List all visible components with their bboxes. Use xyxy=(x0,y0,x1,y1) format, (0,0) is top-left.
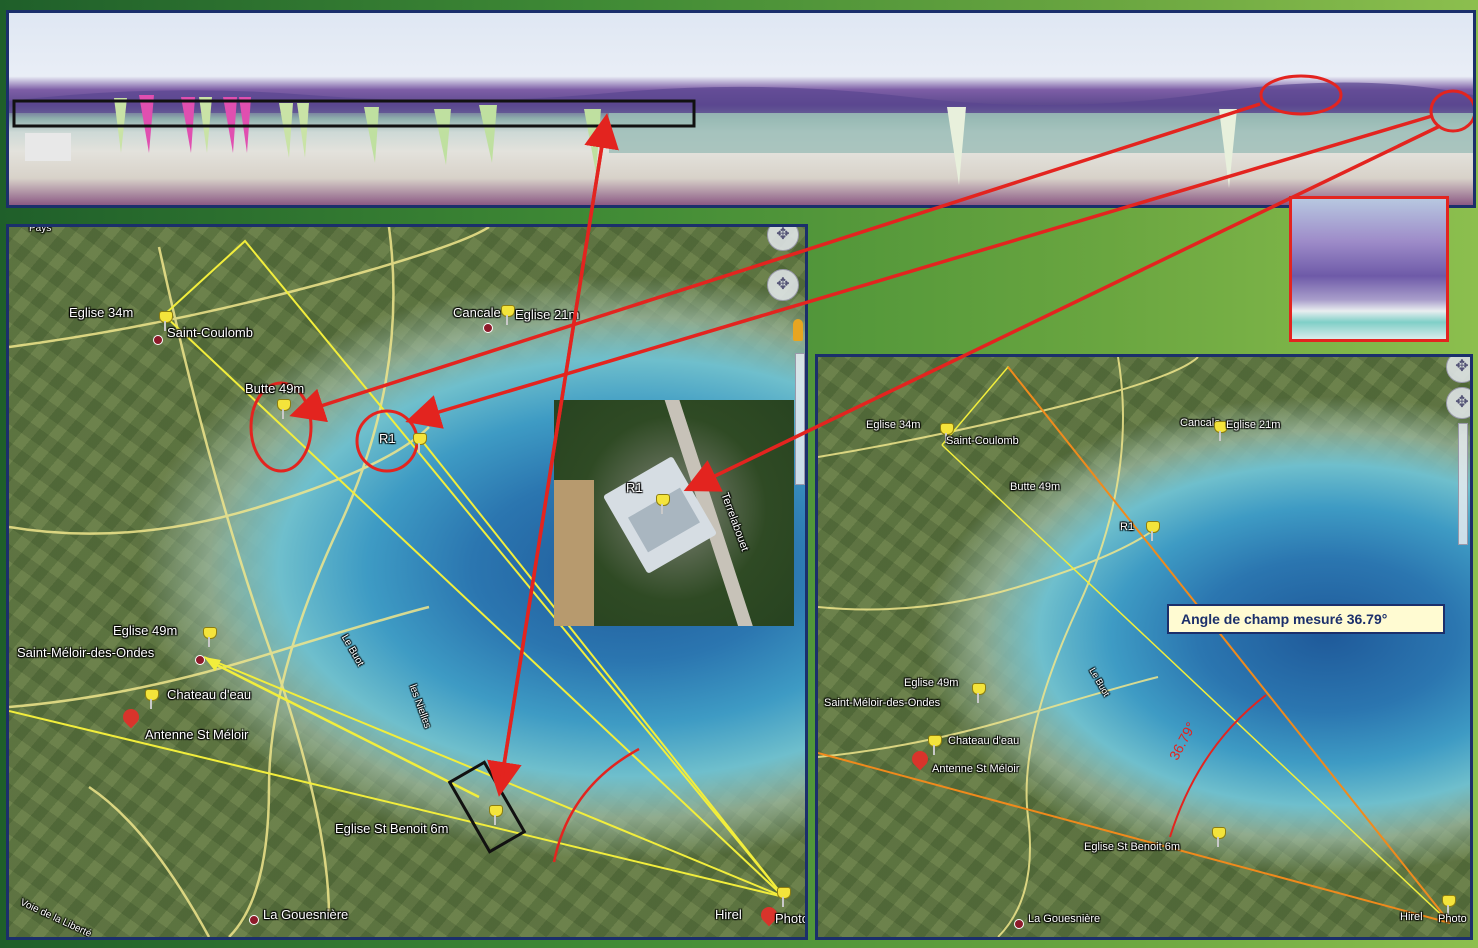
label-eglise34: Eglise 34m xyxy=(69,305,134,320)
tilt-control[interactable] xyxy=(1446,357,1470,383)
label-saint-meloir: Saint-Méloir-des-Ondes xyxy=(824,697,941,709)
street-view-icon[interactable] xyxy=(793,319,803,341)
zoom-slider[interactable] xyxy=(795,353,805,485)
label-saint-meloir: Saint-Méloir-des-Ondes xyxy=(17,645,155,660)
pushpin-icon[interactable] xyxy=(654,494,670,514)
label-hirel: Hirel xyxy=(715,907,742,922)
pushpin-icon[interactable] xyxy=(275,399,291,419)
pushpin-icon[interactable] xyxy=(201,627,217,647)
town-dot-icon xyxy=(483,323,493,333)
label-r1: R1 xyxy=(379,431,396,446)
ellipse-butte xyxy=(249,381,313,473)
label-hirel: Hirel xyxy=(1400,911,1423,923)
label-r1: R1 xyxy=(1120,521,1135,533)
label-la-gouesniere: La Gouesnière xyxy=(263,907,349,922)
label-antenne: Antenne St Méloir xyxy=(932,763,1020,775)
label-photo: Photo xyxy=(775,911,808,926)
town-dot-icon xyxy=(249,915,259,925)
label-eglise21: Eglise 21m xyxy=(1226,419,1281,431)
label-eglise-st-benoit: Eglise St Benoit 6m xyxy=(1084,841,1180,853)
zoom-slider[interactable] xyxy=(1458,423,1468,545)
field-patch xyxy=(554,480,594,626)
label-photo: Photo xyxy=(1438,913,1467,925)
pushpin-icon[interactable] xyxy=(970,683,986,703)
panorama-photo xyxy=(6,10,1476,208)
label-saint-coulomb: Saint-Coulomb xyxy=(946,435,1019,447)
label-pays: Pays xyxy=(29,224,52,234)
pushpin-icon[interactable] xyxy=(1440,895,1456,915)
r1-inset-image: R1 Terrelabouet xyxy=(554,400,794,626)
van xyxy=(25,133,71,161)
right-satellite-map[interactable]: Eglise 34m Saint-Coulomb Cancale Eglise … xyxy=(815,354,1473,940)
label-saint-coulomb: Saint-Coulomb xyxy=(167,325,253,340)
town-dot-icon xyxy=(1014,919,1024,929)
label-antenne: Antenne St Méloir xyxy=(145,727,249,742)
pushpin-icon[interactable] xyxy=(411,433,427,453)
pushpin-icon[interactable] xyxy=(499,305,515,325)
pan-control[interactable] xyxy=(767,269,799,301)
pushpin-icon[interactable] xyxy=(775,887,791,907)
pushpin-icon[interactable] xyxy=(1144,521,1160,541)
label-cancale: Cancale xyxy=(453,305,501,320)
label-eglise49: Eglise 49m xyxy=(113,623,178,638)
label-chateau: Chateau d'eau xyxy=(948,735,1020,747)
pushpin-icon[interactable] xyxy=(1210,827,1226,847)
pan-control[interactable] xyxy=(1446,387,1470,419)
arrow-to-saint-meloir xyxy=(208,659,480,799)
label-butte: Butte 49m xyxy=(1010,481,1061,493)
label-eglise34: Eglise 34m xyxy=(866,419,921,431)
town-dot-icon xyxy=(153,335,163,345)
panorama-sketch xyxy=(9,74,1473,188)
field-of-view-lines xyxy=(818,366,1451,924)
town-dot-icon xyxy=(195,655,205,665)
label-la-gouesniere: La Gouesnière xyxy=(1028,913,1101,925)
sight-lines xyxy=(941,365,1451,924)
label-butte: Butte 49m xyxy=(245,381,305,396)
label-eglise21: Eglise 21m xyxy=(515,307,580,322)
label-chateau: Chateau d'eau xyxy=(167,687,252,702)
zoom-crop-image xyxy=(1289,196,1449,342)
tilt-control[interactable] xyxy=(767,227,799,251)
inset-label-r1: R1 xyxy=(626,480,643,495)
label-eglise-st-benoit: Eglise St Benoit 6m xyxy=(335,821,449,836)
angle-readout: Angle de champ mesuré 36.79° xyxy=(1167,604,1445,634)
pushpin-icon[interactable] xyxy=(487,805,503,825)
pushpin-icon[interactable] xyxy=(143,689,159,709)
angle-arc xyxy=(1169,694,1267,838)
pushpin-icon[interactable] xyxy=(926,735,942,755)
label-eglise49: Eglise 49m xyxy=(904,677,959,689)
